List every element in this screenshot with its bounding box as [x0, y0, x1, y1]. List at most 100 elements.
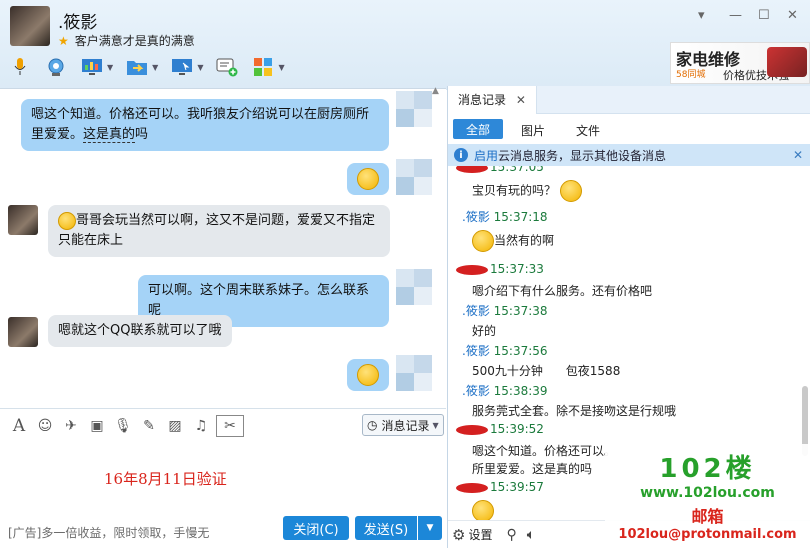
contact-name: .筱影 — [58, 13, 98, 33]
history-message: 当然有的啊 — [472, 230, 554, 252]
settings-label[interactable]: 设置 — [468, 526, 492, 543]
remote-desktop-icon — [170, 56, 194, 78]
dropdown-icon[interactable]: ▾ — [698, 8, 705, 23]
search-icon[interactable]: ⚲ — [506, 527, 516, 543]
history-sender-line: 15:37:33 — [456, 262, 544, 276]
history-sender-line: .筱影 15:37:56 — [462, 344, 548, 358]
redaction-mark — [456, 482, 488, 493]
nudge-icon[interactable]: ✈ — [60, 415, 82, 437]
history-sender-line: 15:39:57 — [456, 480, 544, 494]
scroll-up-arrow-icon[interactable]: ▲ — [432, 86, 439, 96]
history-message: 嗯这个知道。价格还可以。 — [472, 444, 617, 458]
message-history-button[interactable]: ◷ 消息记录 ▼ — [362, 414, 444, 436]
image-icon[interactable]: ▨ — [164, 415, 186, 437]
history-sender-line: .筱影 15:37:18 — [462, 210, 548, 224]
close-window-button[interactable]: ✕ — [787, 8, 798, 23]
star-icon: ★ — [58, 34, 69, 48]
edit-icon[interactable]: ✎ — [138, 415, 160, 437]
video-call-button[interactable] — [44, 56, 68, 78]
apps-icon — [251, 56, 275, 78]
star-eyes-emoji-icon — [357, 168, 379, 190]
message-bubble-outgoing — [347, 163, 389, 195]
chevron-down-icon[interactable]: ▼ — [152, 63, 158, 72]
close-icon[interactable]: ✕ — [793, 148, 803, 162]
enable-link[interactable]: 启用 — [474, 147, 498, 164]
history-tab-bar: 消息记录 ✕ — [448, 86, 810, 114]
file-transfer-icon — [125, 56, 149, 78]
filter-all[interactable]: 全部 — [453, 119, 503, 139]
chevron-down-icon: ▼ — [432, 420, 439, 430]
avatar[interactable] — [396, 159, 432, 195]
history-message: 好的 — [472, 324, 497, 338]
screen-share-button[interactable]: ▼ — [80, 56, 113, 78]
message-bubble-outgoing: 嗯这个知道。价格还可以。我听狼友介绍说可以在厨房厕所里爱爱。这是真的吗 — [21, 99, 389, 151]
info-icon: i — [454, 148, 468, 162]
camera-icon — [44, 56, 68, 78]
drill-image — [767, 47, 807, 77]
chevron-down-icon[interactable]: ▼ — [197, 63, 203, 72]
new-chat-button[interactable] — [215, 56, 239, 78]
apps-button[interactable]: ▼ — [251, 56, 285, 78]
tab-message-history[interactable]: 消息记录 ✕ — [448, 86, 537, 114]
close-button[interactable]: 关闭(C) — [283, 516, 349, 540]
screenshot-icon[interactable]: ▣ — [86, 415, 108, 437]
chat-window: .筱影 ★ 客户满意才是真的满意 ▾ — ☐ ✕ ▼ ▼ ▼ ▼ 家电维修 58… — [0, 0, 810, 548]
chevron-down-icon[interactable]: ▼ — [107, 63, 113, 72]
scissors-icon[interactable]: ✂ — [216, 414, 244, 437]
voice-call-button[interactable] — [8, 56, 32, 78]
send-button[interactable]: 发送(S) — [355, 516, 417, 540]
voice-icon[interactable]: 🎙︎ — [112, 415, 134, 437]
filter-files[interactable]: 文件 — [576, 122, 600, 139]
minimize-button[interactable]: — — [729, 8, 742, 23]
smile-emoji-icon — [559, 180, 582, 202]
redaction-mark — [456, 424, 488, 435]
screen-share-icon — [80, 56, 104, 78]
chevron-down-icon[interactable]: ▼ — [278, 63, 284, 72]
history-message: 所里爱爱。这是真的吗 — [472, 462, 593, 476]
history-message: 宝贝有玩的吗？ — [472, 180, 582, 202]
emoji-icon[interactable]: ☺ — [34, 415, 56, 437]
message-bubble-outgoing — [347, 359, 389, 391]
history-sender-line: 15:39:52 — [456, 422, 544, 436]
ok-hand-emoji-icon — [357, 364, 379, 386]
close-icon[interactable]: ✕ — [516, 93, 526, 107]
redaction-mark — [456, 166, 488, 173]
history-sender-line: 15:37:05 — [456, 166, 544, 174]
chat-message-area[interactable]: 嗯这个知道。价格还可以。我听狼友介绍说可以在厨房厕所里爱爱。这是真的吗 哥哥会玩… — [0, 88, 446, 408]
tongue-emoji-icon — [472, 230, 494, 252]
contact-status: ★ 客户满意才是真的满意 — [58, 34, 195, 48]
microphone-icon — [8, 56, 32, 78]
history-filters: 全部 图片 文件 — [448, 114, 810, 144]
send-options-dropdown[interactable]: ▼ — [418, 516, 442, 540]
maximize-button[interactable]: ☐ — [758, 8, 770, 23]
font-icon[interactable]: A — [8, 415, 30, 437]
gear-icon[interactable]: ⚙ — [452, 526, 465, 544]
avatar[interactable] — [8, 205, 38, 235]
avatar[interactable] — [396, 91, 432, 127]
speaker-icon[interactable]: 🔈︎ — [527, 527, 535, 543]
message-bubble-incoming: 嗯就这个QQ联系就可以了哦 — [48, 315, 232, 347]
avatar[interactable] — [8, 317, 38, 347]
top-banner-ad[interactable]: 家电维修 58同城 价格优技术强 — [670, 42, 810, 84]
thinking-emoji-icon — [58, 211, 76, 230]
contact-avatar[interactable] — [10, 6, 50, 46]
history-message: 嗯介绍下有什么服务。还有价格吧 — [472, 284, 653, 298]
redaction-mark — [456, 264, 488, 275]
grin-emoji-icon — [472, 500, 494, 520]
history-message: 500九十分钟 包夜1588 — [472, 364, 621, 378]
remote-desktop-button[interactable]: ▼ — [170, 56, 203, 78]
footer-ad-link[interactable]: [广告]多一倍收益，限时领取，手慢无 — [8, 524, 209, 541]
music-icon[interactable]: ♫ — [190, 415, 212, 437]
avatar[interactable] — [396, 355, 432, 391]
avatar[interactable] — [396, 269, 432, 305]
history-sender-line: .筱影 15:37:38 — [462, 304, 548, 318]
main-toolbar: ▼ ▼ ▼ ▼ — [8, 52, 297, 82]
history-message — [472, 500, 494, 520]
chat-add-icon — [215, 56, 239, 78]
message-bubble-incoming: 哥哥会玩当然可以啊，这又不是问题，爱爱又不指定只能在床上 — [48, 205, 390, 257]
site-watermark: 102楼 www.102lou.com 邮箱 102lou@protonmail… — [605, 444, 810, 548]
file-transfer-button[interactable]: ▼ — [125, 56, 158, 78]
filter-images[interactable]: 图片 — [521, 122, 545, 139]
history-sender-line: .筱影 15:38:39 — [462, 384, 548, 398]
verification-watermark: 16年8月11日验证 — [104, 470, 227, 488]
